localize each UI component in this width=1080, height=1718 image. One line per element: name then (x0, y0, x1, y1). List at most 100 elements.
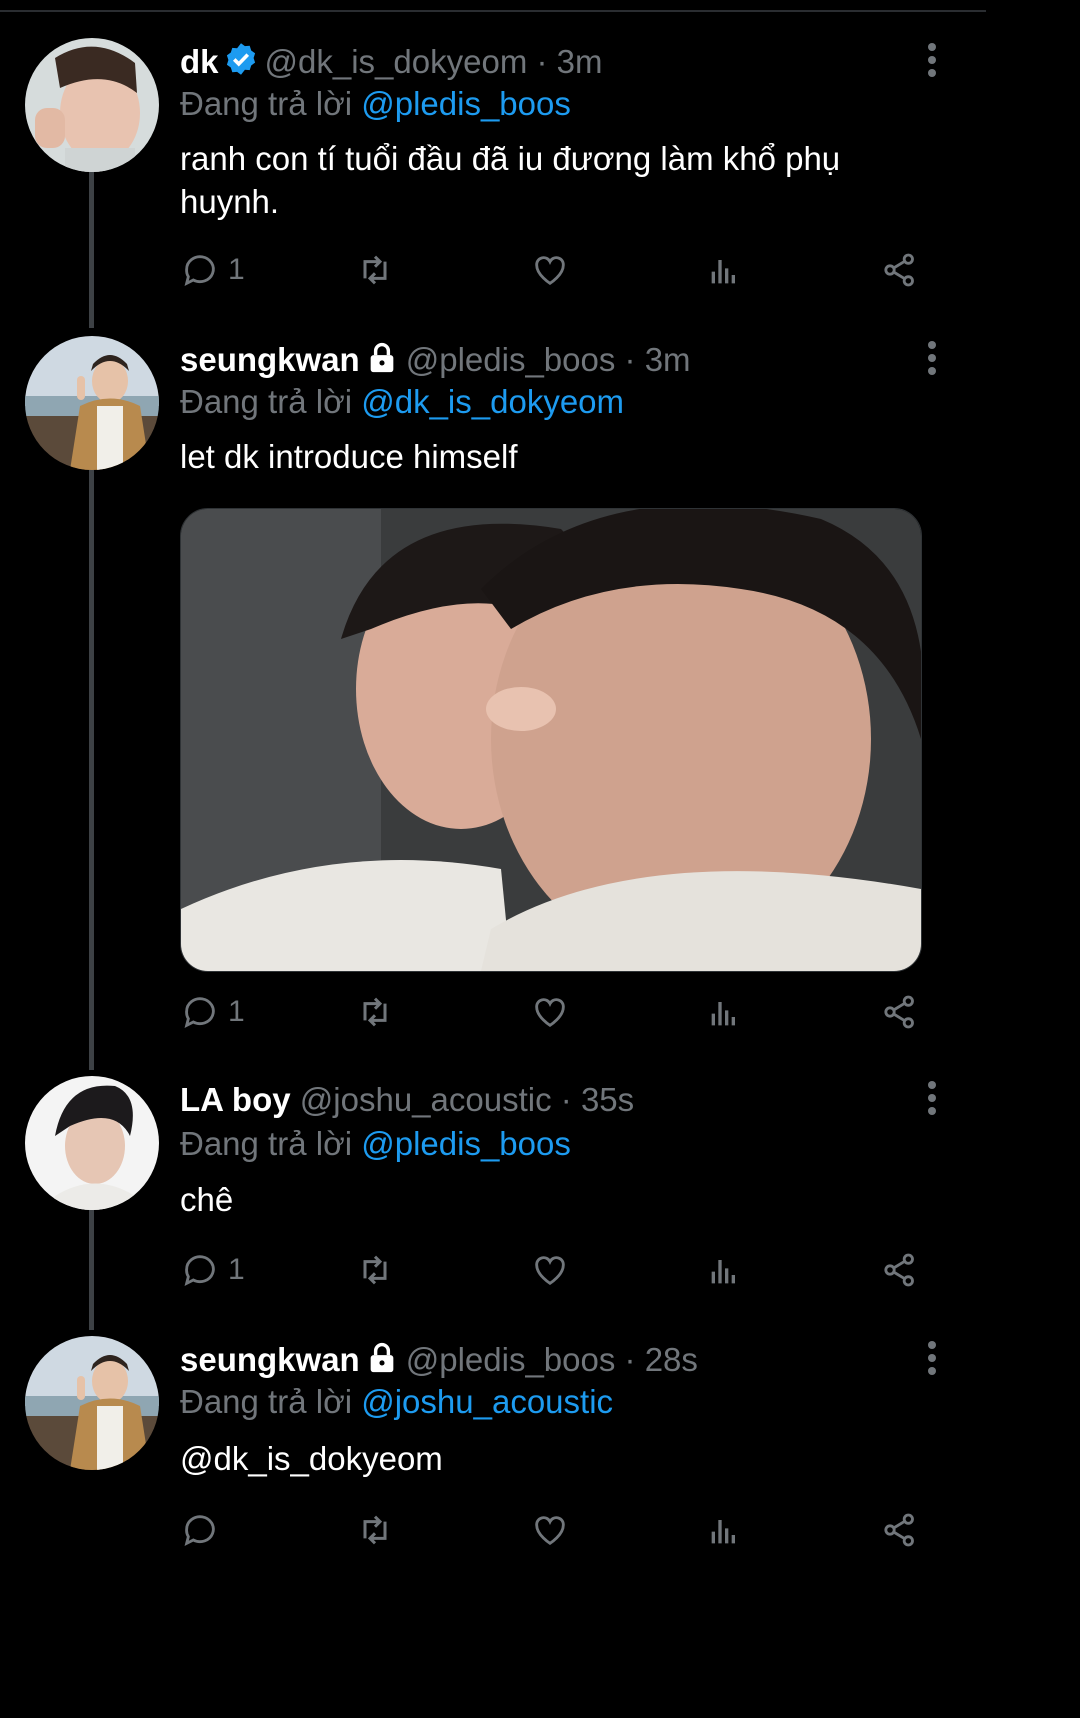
tweet-media-image[interactable] (180, 508, 922, 972)
like-button[interactable] (530, 246, 570, 294)
replying-to: Đang trả lời @pledis_boos (180, 1122, 571, 1166)
reply-button[interactable]: 1 (180, 988, 245, 1036)
separator-dot: · (624, 341, 636, 378)
retweet-icon (363, 1255, 387, 1285)
timestamp[interactable]: 35s (581, 1081, 634, 1118)
retweet-icon (363, 255, 387, 285)
more-icon[interactable] (922, 1338, 942, 1378)
display-name[interactable]: seungkwan (180, 1341, 360, 1378)
tweet[interactable]: seungkwan @pledis_boos · 28s Đang trả lời… (0, 1336, 986, 1568)
views-icon (711, 260, 735, 284)
share-icon (884, 253, 914, 287)
display-name[interactable]: dk (180, 43, 219, 80)
tweet-text-mention[interactable]: @dk_is_dokyeom (180, 1437, 920, 1480)
reply-icon (184, 255, 215, 286)
like-button[interactable] (530, 1506, 570, 1554)
photo (181, 509, 921, 971)
share-icon (884, 995, 914, 1029)
tweet-header: seungkwan @pledis_boos · 3m (180, 338, 691, 386)
views-icon (711, 1520, 735, 1544)
reply-icon (184, 1515, 215, 1546)
mention-link[interactable]: @pledis_boos (361, 1125, 571, 1162)
timestamp[interactable]: 3m (645, 341, 691, 378)
avatar-image (25, 336, 159, 470)
more-icon[interactable] (922, 338, 942, 378)
tweet[interactable]: LA boy @joshu_acoustic · 35s Đang trả lờ… (0, 1076, 986, 1326)
reply-count: 1 (228, 995, 245, 1028)
handle[interactable]: @dk_is_dokyeom (265, 43, 528, 80)
retweet-button[interactable] (355, 246, 395, 294)
separator-dot: · (624, 1341, 636, 1378)
share-icon (884, 1513, 914, 1547)
replying-prefix: Đang trả lời (180, 1125, 353, 1162)
reply-count: 1 (228, 253, 245, 286)
tweet-header: dk @dk_is_dokyeom · 3m (180, 40, 603, 88)
tweet[interactable]: dk @dk_is_dokyeom · 3m Đang trả lời @pled… (0, 38, 986, 328)
separator-dot: · (536, 43, 548, 80)
like-icon (535, 1256, 565, 1286)
avatar[interactable] (25, 1076, 159, 1210)
like-button[interactable] (530, 988, 570, 1036)
like-icon (535, 256, 565, 286)
tweet-text: ranh con tí tuổi đầu đã iu đương làm khổ… (180, 140, 841, 220)
replying-to: Đang trả lời @pledis_boos (180, 82, 571, 126)
more-icon[interactable] (922, 1078, 942, 1118)
display-name[interactable]: seungkwan (180, 341, 360, 378)
reply-button[interactable]: 1 (180, 1246, 245, 1294)
share-icon (884, 1253, 914, 1287)
like-button[interactable] (530, 1246, 570, 1294)
tweet-text: chê (180, 1181, 234, 1218)
tweet-header: seungkwan @pledis_boos · 28s (180, 1338, 698, 1386)
share-button[interactable] (880, 1506, 920, 1554)
retweet-button[interactable] (355, 1246, 395, 1294)
handle[interactable]: @joshu_acoustic (300, 1081, 552, 1118)
reply-icon (184, 997, 215, 1028)
tweet-actions: 1 (180, 988, 940, 1036)
share-button[interactable] (880, 246, 920, 294)
retweet-icon (363, 997, 387, 1027)
tweet[interactable]: seungkwan @pledis_boos · 3m Đang trả lời … (0, 336, 986, 1046)
tweet-text: let dk introduce himself (180, 438, 518, 475)
tweet-header: LA boy @joshu_acoustic · 35s (180, 1078, 634, 1122)
tweet-actions: 1 (180, 246, 940, 294)
timestamp[interactable]: 3m (557, 43, 603, 80)
separator-dot: · (560, 1081, 572, 1118)
mention-link[interactable]: @joshu_acoustic (361, 1383, 613, 1420)
avatar[interactable] (25, 336, 159, 470)
like-icon (535, 1516, 565, 1546)
replying-prefix: Đang trả lời (180, 1383, 353, 1420)
reply-button[interactable] (180, 1506, 220, 1554)
reply-icon (184, 1255, 215, 1286)
views-button[interactable] (705, 1506, 745, 1554)
more-icon[interactable] (922, 40, 942, 80)
share-button[interactable] (880, 1246, 920, 1294)
tweet-actions (180, 1506, 940, 1554)
tweet-actions: 1 (180, 1246, 940, 1294)
avatar-image (25, 1076, 159, 1210)
handle[interactable]: @pledis_boos (406, 1341, 616, 1378)
avatar[interactable] (25, 1336, 159, 1470)
reply-button[interactable]: 1 (180, 246, 245, 294)
views-button[interactable] (705, 1246, 745, 1294)
retweet-button[interactable] (355, 1506, 395, 1554)
timestamp[interactable]: 28s (645, 1341, 698, 1378)
share-button[interactable] (880, 988, 920, 1036)
retweet-button[interactable] (355, 988, 395, 1036)
mention-link[interactable]: @dk_is_dokyeom (361, 383, 624, 420)
views-button[interactable] (705, 988, 745, 1036)
replying-prefix: Đang trả lời (180, 85, 353, 122)
views-icon (711, 1002, 735, 1026)
avatar[interactable] (25, 38, 159, 172)
reply-count: 1 (228, 1253, 245, 1286)
like-icon (535, 998, 565, 1028)
display-name[interactable]: LA boy (180, 1081, 291, 1118)
top-divider (0, 10, 986, 12)
handle[interactable]: @pledis_boos (406, 341, 616, 378)
replying-prefix: Đang trả lời (180, 383, 353, 420)
verified-badge-icon (223, 41, 259, 88)
mention-link[interactable]: @pledis_boos (361, 85, 571, 122)
retweet-icon (363, 1515, 387, 1545)
views-button[interactable] (705, 246, 745, 294)
avatar-image (25, 1336, 159, 1470)
avatar-image (25, 38, 159, 172)
